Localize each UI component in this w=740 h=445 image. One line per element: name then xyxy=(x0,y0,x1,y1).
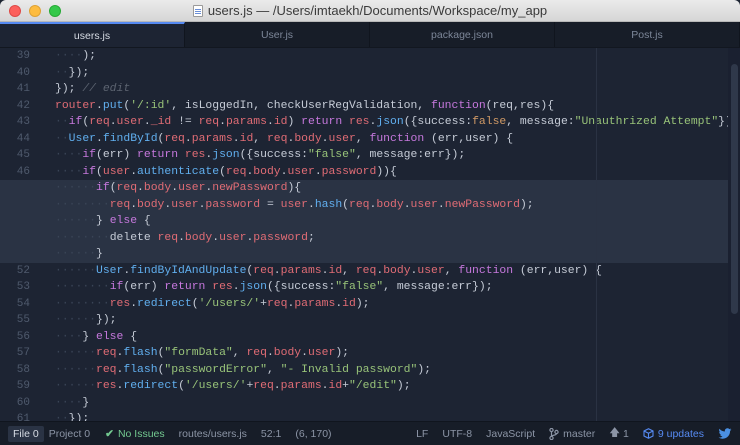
code-line-selected: ······if(req.body.user.newPassword){ xyxy=(0,180,740,197)
tab-label: Post.js xyxy=(631,28,663,41)
code-line: ······req.flash("formData", req.body.use… xyxy=(55,347,349,359)
code-line: router.put('/:id', isLoggedIn, checkUser… xyxy=(55,99,555,112)
code-line: ········if(err) return res.json({success… xyxy=(55,281,493,293)
line-number: 40 xyxy=(16,66,30,79)
code-line: ····if(user.authenticate(req.body.user.p… xyxy=(55,165,397,178)
line-number: 41 xyxy=(16,83,30,95)
linter-status[interactable]: ✔ No Issues xyxy=(105,428,165,440)
code-line: ··}); xyxy=(55,66,90,79)
wrap-guide xyxy=(596,48,597,421)
updates-text: 9 updates xyxy=(657,427,704,440)
code-line-selected: ········delete req.body.user.password; xyxy=(0,229,740,246)
code-line: ······res.redirect('/users/'+req.params.… xyxy=(55,380,411,392)
tab-post-js[interactable]: Post.js xyxy=(555,22,740,47)
line-number: 57 xyxy=(16,347,30,359)
code-line: ······}); xyxy=(55,314,117,326)
line-number: 58 xyxy=(16,363,30,376)
code-line: ··}); xyxy=(55,413,90,421)
code-content[interactable]: ····); ··}); }); // edit router.put('/:i… xyxy=(0,48,740,421)
code-line: ········res.redirect('/users/'+req.param… xyxy=(55,297,370,310)
project-count: 0 xyxy=(84,427,91,440)
line-ending[interactable]: LF xyxy=(416,428,428,440)
tab-label: users.js xyxy=(73,29,111,42)
line-number: 46 xyxy=(16,165,30,178)
issues-text: No Issues xyxy=(117,427,165,440)
git-branch[interactable]: master xyxy=(549,427,596,440)
tab-label: package.json xyxy=(431,28,493,41)
code-line-selected: ······} else { xyxy=(0,213,740,230)
file-label: File xyxy=(13,427,30,440)
window-title: users.js — /Users/imtaekh/Documents/Work… xyxy=(192,3,548,18)
code-line-selected: ······} xyxy=(0,246,740,263)
push-count: 1 xyxy=(623,427,629,440)
code-line: ··User.findById(req.params.id, req.body.… xyxy=(55,132,514,145)
line-number: 54 xyxy=(16,297,30,310)
code-line: ····} else { xyxy=(55,330,138,343)
project-label: Project xyxy=(48,427,82,440)
package-updates[interactable]: 9 updates xyxy=(643,428,704,440)
tab-package-json[interactable]: package.json xyxy=(370,22,555,47)
tab-label: User.js xyxy=(260,28,294,41)
line-number: 60 xyxy=(16,396,30,409)
code-editor[interactable]: 39 40 41 42 43 44 45 46 47 48 49 50 51 5… xyxy=(0,48,740,421)
file-path[interactable]: routes/users.js xyxy=(179,428,247,440)
file-issues-toggle[interactable]: File 0 Project 0 xyxy=(8,425,95,442)
line-number: 56 xyxy=(16,330,30,343)
cursor-position[interactable]: 52:1 xyxy=(261,428,281,440)
code-line: ······User.findByIdAndUpdate(req.params.… xyxy=(55,264,602,277)
file-count: 0 xyxy=(32,427,39,440)
line-number: 45 xyxy=(16,149,30,161)
twitter-bird-icon[interactable] xyxy=(718,427,732,440)
vertical-scrollbar[interactable] xyxy=(728,48,740,421)
package-icon xyxy=(643,428,654,439)
status-bar: File 0 Project 0 ✔ No Issues routes/user… xyxy=(0,421,740,445)
line-number: 53 xyxy=(16,281,30,293)
scrollbar-thumb[interactable] xyxy=(731,64,738,314)
line-number: 44 xyxy=(16,132,30,145)
git-push[interactable]: 🡅 1 xyxy=(609,425,629,443)
line-number: 43 xyxy=(16,116,30,128)
title-bar: users.js — /Users/imtaekh/Documents/Work… xyxy=(0,0,740,22)
status-bar-right: LF UTF-8 JavaScript master 🡅 1 9 updates xyxy=(416,425,740,443)
project-tab-pill[interactable]: Project 0 xyxy=(44,426,95,442)
tab-bar: users.js User.js package.json Post.js xyxy=(0,22,740,48)
line-number: 59 xyxy=(16,380,30,392)
branch-name: master xyxy=(563,427,596,440)
grammar[interactable]: JavaScript xyxy=(486,428,535,440)
line-number: 52 xyxy=(16,264,30,277)
tab-users-js[interactable]: users.js xyxy=(0,22,185,47)
git-branch-icon xyxy=(549,427,559,440)
line-number: 55 xyxy=(16,314,30,326)
window-title-text: users.js — /Users/imtaekh/Documents/Work… xyxy=(207,3,548,18)
file-tab-pill[interactable]: File 0 xyxy=(8,425,44,442)
code-line: ····); xyxy=(55,50,97,62)
code-line: ··if(req.user._id != req.params.id) retu… xyxy=(55,116,739,128)
code-line-selected: ········req.body.user.password = user.ha… xyxy=(0,196,740,213)
code-line: ······req.flash("passwordError", "- Inva… xyxy=(55,363,432,376)
editor-window: users.js — /Users/imtaekh/Documents/Work… xyxy=(0,0,740,445)
arrow-up-icon: 🡅 xyxy=(609,426,621,439)
tab-user-js[interactable]: User.js xyxy=(185,22,370,47)
code-line: }); // edit xyxy=(55,83,131,95)
code-line: ····if(err) return res.json({success:"fa… xyxy=(55,149,466,161)
line-number: 39 xyxy=(16,50,30,62)
check-icon: ✔ xyxy=(105,427,114,440)
window-controls xyxy=(9,5,61,17)
close-window-button[interactable] xyxy=(9,5,21,17)
selection-count[interactable]: (6, 170) xyxy=(295,428,331,440)
line-number: 61 xyxy=(16,413,30,421)
minimize-window-button[interactable] xyxy=(29,5,41,17)
line-number: 42 xyxy=(16,99,30,112)
document-icon xyxy=(192,4,203,17)
encoding[interactable]: UTF-8 xyxy=(442,428,472,440)
maximize-window-button[interactable] xyxy=(49,5,61,17)
code-line: ····} xyxy=(55,396,90,409)
